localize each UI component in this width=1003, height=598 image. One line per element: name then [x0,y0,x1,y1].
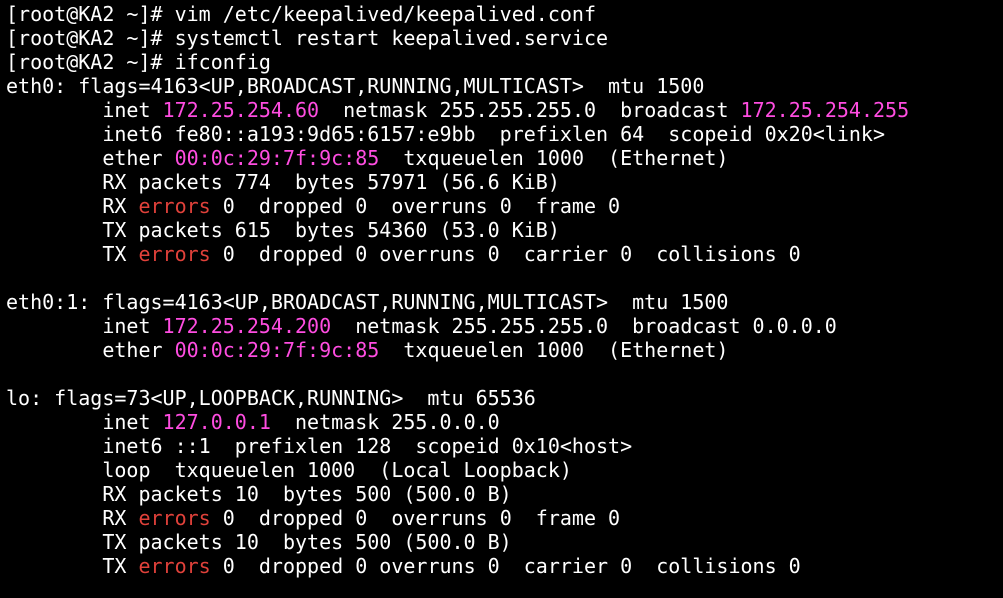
mac-address: 00:0c:29:7f:9c:85 [174,338,380,362]
terminal-line: [root@KA2 ~]# systemctl restart keepaliv… [6,26,1003,50]
mac-address: 00:0c:29:7f:9c:85 [174,146,380,170]
ip-address: 172.25.254.200 [162,314,332,338]
output-text: inet [6,98,163,122]
terminal-line: RX errors 0 dropped 0 overruns 0 frame 0 [6,194,1003,218]
output-text: inet [6,410,163,434]
terminal-line: TX packets 10 bytes 500 (500.0 B) [6,530,1003,554]
output-text: txqueuelen 1000 (Ethernet) [379,338,729,362]
shell-prompt-command: [root@KA2 ~]# systemctl restart keepaliv… [6,26,609,50]
output-text: RX [6,506,139,530]
shell-prompt-command: [root@KA2 ~]# vim /etc/keepalived/keepal… [6,2,597,26]
terminal-line: inet 127.0.0.1 netmask 255.0.0.0 [6,410,1003,434]
output-text: txqueuelen 1000 (Ethernet) [379,146,729,170]
terminal-line: ether 00:0c:29:7f:9c:85 txqueuelen 1000 … [6,146,1003,170]
interface-header-eth0-1: eth0:1: flags=4163<UP,BROADCAST,RUNNING,… [6,290,729,314]
terminal-line: TX errors 0 dropped 0 overruns 0 carrier… [6,554,1003,578]
terminal-line: inet6 fe80::a193:9d65:6157:e9bb prefixle… [6,122,1003,146]
terminal-line: RX errors 0 dropped 0 overruns 0 frame 0 [6,506,1003,530]
output-text: 0 dropped 0 overruns 0 carrier 0 collisi… [210,242,801,266]
output-text: 0 dropped 0 overruns 0 carrier 0 collisi… [210,554,801,578]
errors-label: errors [138,554,211,578]
shell-prompt-command: [root@KA2 ~]# ifconfig [6,50,271,74]
terminal-line: RX packets 774 bytes 57971 (56.6 KiB) [6,170,1003,194]
errors-label: errors [138,242,211,266]
output-text: RX packets 10 bytes 500 (500.0 B) [6,482,512,506]
output-text: netmask 255.0.0.0 [270,410,500,434]
terminal-line: inet 172.25.254.60 netmask 255.255.255.0… [6,98,1003,122]
terminal-line: inet 172.25.254.200 netmask 255.255.255.… [6,314,1003,338]
terminal-line: TX packets 615 bytes 54360 (53.0 KiB) [6,218,1003,242]
output-text: 0 dropped 0 overruns 0 frame 0 [210,506,621,530]
output-text: netmask 255.255.255.0 broadcast [319,98,741,122]
terminal-line: eth0: flags=4163<UP,BROADCAST,RUNNING,MU… [6,74,1003,98]
terminal-line: [root@KA2 ~]# ifconfig [6,50,1003,74]
interface-header-lo: lo: flags=73<UP,LOOPBACK,RUNNING> mtu 65… [6,386,536,410]
errors-label: errors [138,506,211,530]
output-text: TX [6,554,139,578]
terminal-line: inet6 ::1 prefixlen 128 scopeid 0x10<hos… [6,434,1003,458]
terminal-line: loop txqueuelen 1000 (Local Loopback) [6,458,1003,482]
output-text: loop txqueuelen 1000 (Local Loopback) [6,458,572,482]
ip-address: 172.25.254.255 [740,98,910,122]
output-text: TX packets 10 bytes 500 (500.0 B) [6,530,512,554]
terminal-line: eth0:1: flags=4163<UP,BROADCAST,RUNNING,… [6,290,1003,314]
output-text: RX packets 774 bytes 57971 (56.6 KiB) [6,170,560,194]
terminal-window[interactable]: [root@KA2 ~]# vim /etc/keepalived/keepal… [0,0,1003,598]
ip-address: 172.25.254.60 [162,98,320,122]
terminal-line: TX errors 0 dropped 0 overruns 0 carrier… [6,242,1003,266]
errors-label: errors [138,194,211,218]
output-text: 0 dropped 0 overruns 0 frame 0 [210,194,621,218]
ip-address: 127.0.0.1 [162,410,271,434]
terminal-line: ether 00:0c:29:7f:9c:85 txqueuelen 1000 … [6,338,1003,362]
output-text: inet [6,314,163,338]
output-text: TX [6,242,139,266]
output-text: TX packets 615 bytes 54360 (53.0 KiB) [6,218,560,242]
output-text: inet6 ::1 prefixlen 128 scopeid 0x10<hos… [6,434,633,458]
terminal-line: lo: flags=73<UP,LOOPBACK,RUNNING> mtu 65… [6,386,1003,410]
output-text: netmask 255.255.255.0 broadcast 0.0.0.0 [331,314,837,338]
interface-header-eth0: eth0: flags=4163<UP,BROADCAST,RUNNING,MU… [6,74,705,98]
terminal-line: RX packets 10 bytes 500 (500.0 B) [6,482,1003,506]
output-text: RX [6,194,139,218]
output-text: ether [6,338,175,362]
output-text: inet6 fe80::a193:9d65:6157:e9bb prefixle… [6,122,885,146]
terminal-line: [root@KA2 ~]# vim /etc/keepalived/keepal… [6,2,1003,26]
output-text: ether [6,146,175,170]
